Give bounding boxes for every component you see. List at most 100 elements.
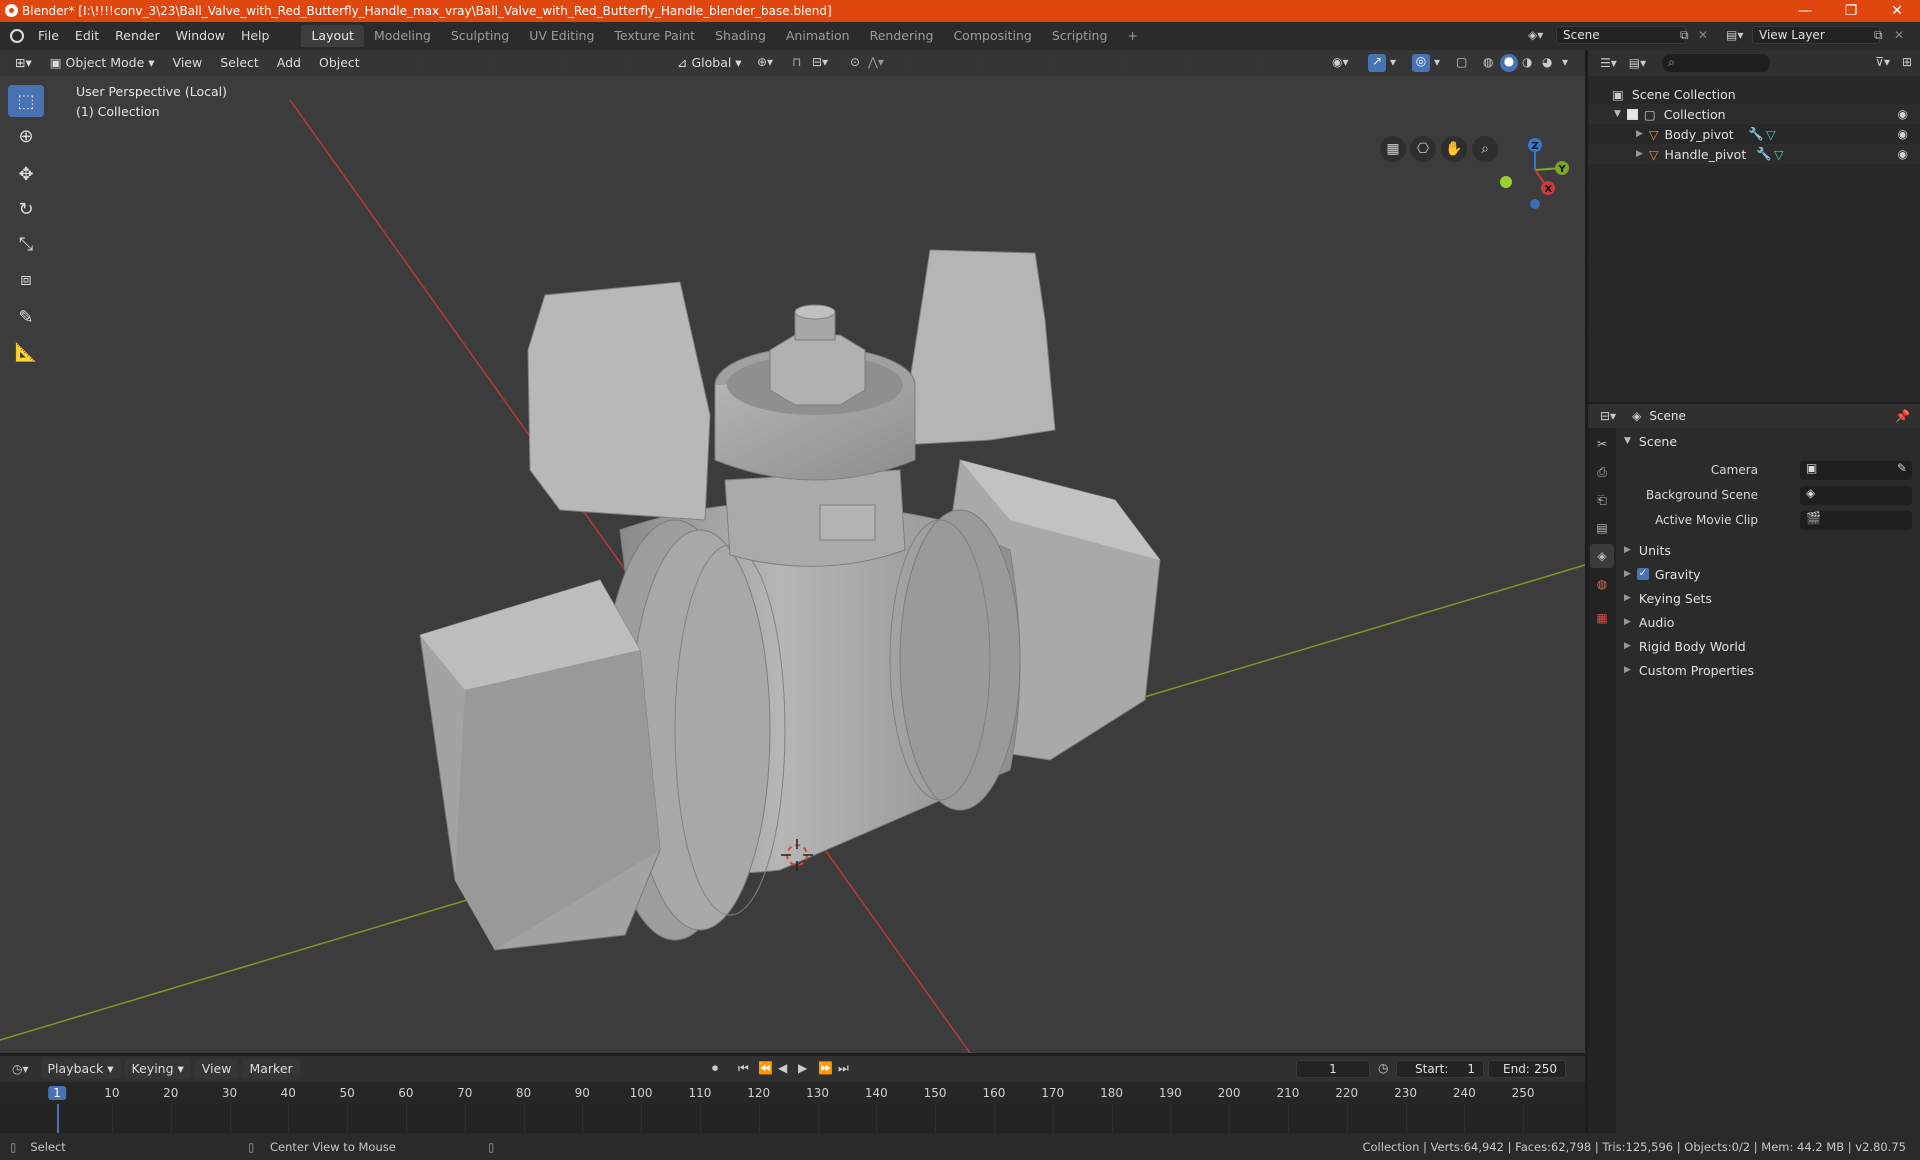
proportional-editing-icon[interactable]: ⊙ xyxy=(850,55,860,69)
timeline-ruler[interactable]: 1 10 20 30 40 50 60 70 80 90 100 110 120 130 140 150 160… xyxy=(0,1082,1585,1104)
rotate-tool-icon[interactable]: ↻ xyxy=(8,193,44,225)
restore-button[interactable]: ❐ xyxy=(1828,0,1874,22)
cursor-tool-icon[interactable]: ⊕ xyxy=(8,120,44,152)
view-layer-field[interactable]: View Layer xyxy=(1752,26,1880,44)
tool-tab-icon[interactable]: ✂ xyxy=(1590,432,1614,456)
keying-sets-panel[interactable]: ▶ Keying Sets xyxy=(1618,587,1920,609)
new-view-layer-icon[interactable]: ⧉ xyxy=(1874,28,1883,43)
xray-icon[interactable]: ▢ xyxy=(1456,55,1467,69)
tab-rendering[interactable]: Rendering xyxy=(860,25,944,47)
timeline-editor-icon[interactable]: ◷▾ xyxy=(12,1062,29,1076)
scale-tool-icon[interactable]: ⤡ xyxy=(8,228,44,260)
display-mode-icon[interactable]: ▤▾ xyxy=(1629,56,1646,70)
zoom-icon[interactable]: ⌕ xyxy=(1472,136,1498,162)
close-button[interactable]: ✕ xyxy=(1874,0,1920,22)
menu-file[interactable]: File xyxy=(30,25,67,47)
scene-panel-header[interactable]: ▼ Scene xyxy=(1618,430,1920,452)
shading-dropdown-icon[interactable]: ▾ xyxy=(1562,55,1568,69)
outliner-search-input[interactable]: ⌕ xyxy=(1662,54,1771,72)
gravity-checkbox[interactable]: ✓ xyxy=(1636,568,1649,580)
active-movie-clip-field[interactable]: 🎬 xyxy=(1800,511,1912,530)
view-layer-tab-icon[interactable]: ▤ xyxy=(1590,516,1614,540)
toggle-camera-icon[interactable]: ▦ xyxy=(1380,136,1406,162)
menu-edit[interactable]: Edit xyxy=(67,25,107,47)
timeline-track-area[interactable] xyxy=(0,1104,1585,1133)
units-panel[interactable]: ▶ Units xyxy=(1618,539,1920,561)
jump-end-icon[interactable]: ⏭ xyxy=(838,1061,849,1076)
measure-tool-icon[interactable]: 📐 xyxy=(8,336,44,368)
camera-field[interactable]: ▣ ✎ xyxy=(1800,461,1912,480)
outliner-row-collection[interactable]: ▼ ▢ Collection ◉ xyxy=(1588,104,1920,124)
tab-layout[interactable]: Layout xyxy=(301,25,364,47)
modifier-icon[interactable]: 🔧 xyxy=(1748,126,1764,142)
visibility-icon[interactable]: ◉▾ xyxy=(1332,55,1349,69)
outliner-row-handle-pivot[interactable]: ▶ ▽ Handle_pivot 🔧 ▽ ◉ xyxy=(1588,144,1920,164)
menu-keying[interactable]: Keying ▾ xyxy=(124,1059,191,1079)
menu-timeline-view[interactable]: View xyxy=(194,1059,239,1079)
eye-icon[interactable]: ◉ xyxy=(1898,107,1908,121)
menu-select[interactable]: Select xyxy=(213,53,266,73)
mesh-data-icon[interactable]: ▽ xyxy=(1766,127,1776,142)
outliner-row-scene-collection[interactable]: ▣ Scene Collection xyxy=(1588,84,1920,104)
blender-menu-icon[interactable] xyxy=(10,29,24,43)
render-tab-icon[interactable]: ⎙ xyxy=(1590,460,1614,484)
tab-sculpting[interactable]: Sculpting xyxy=(441,25,519,47)
outliner-editor-icon[interactable]: ☰▾ xyxy=(1600,56,1617,70)
pivot-point-icon[interactable]: ⊕▾ xyxy=(757,55,773,69)
editor-type-icon[interactable]: ⊞▾ xyxy=(8,53,39,73)
tab-uv-editing[interactable]: UV Editing xyxy=(519,25,604,47)
tab-modeling[interactable]: Modeling xyxy=(364,25,441,47)
modifier-icon[interactable]: 🔧 xyxy=(1756,146,1772,162)
jump-keyframe-forward-icon[interactable]: ⏩ xyxy=(818,1061,833,1075)
delete-scene-icon[interactable]: ✕ xyxy=(1698,28,1708,42)
world-tab-icon[interactable]: ◍ xyxy=(1590,572,1614,596)
transform-tool-icon[interactable]: ⧈ xyxy=(8,263,44,295)
new-scene-icon[interactable]: ⧉ xyxy=(1680,28,1689,43)
gizmo-toggle-icon[interactable]: ↗ xyxy=(1368,54,1386,72)
output-tab-icon[interactable]: ⎗ xyxy=(1590,488,1614,512)
overlays-dropdown-icon[interactable]: ▾ xyxy=(1434,55,1440,69)
jump-start-icon[interactable]: ⏮ xyxy=(738,1061,749,1076)
snap-icon[interactable]: ⊓ xyxy=(792,55,801,69)
record-icon[interactable]: ⏺ xyxy=(712,1061,718,1076)
add-workspace-button[interactable]: + xyxy=(1117,25,1147,47)
current-frame-field[interactable]: 1 xyxy=(1296,1060,1370,1078)
view-layer-icon[interactable]: ▤▾ xyxy=(1726,28,1743,42)
audio-panel[interactable]: ▶ Audio xyxy=(1618,611,1920,633)
expand-arrow-icon[interactable]: ▶ xyxy=(1636,129,1643,139)
menu-object[interactable]: Object xyxy=(311,53,367,73)
menu-add[interactable]: Add xyxy=(269,53,308,73)
wireframe-shading-icon[interactable]: ◍ xyxy=(1483,55,1493,69)
minimize-button[interactable]: — xyxy=(1782,0,1828,22)
scene-name-field[interactable]: Scene xyxy=(1556,26,1686,44)
scene-tab-icon[interactable]: ◈ xyxy=(1590,544,1614,568)
scene-selector-icon[interactable]: ◈▾ xyxy=(1528,28,1543,42)
tab-scripting[interactable]: Scripting xyxy=(1042,25,1118,47)
expand-arrow-icon[interactable]: ▶ xyxy=(1636,149,1643,159)
menu-marker[interactable]: Marker xyxy=(242,1059,300,1079)
eyedropper-icon[interactable]: ✎ xyxy=(1897,461,1907,475)
select-box-tool-icon[interactable]: ⬚ xyxy=(8,85,44,117)
viewport-canvas[interactable]: Z Y X xyxy=(0,50,1585,1053)
pan-hand-icon[interactable]: ✋ xyxy=(1441,136,1467,162)
preview-range-icon[interactable]: ◷ xyxy=(1378,1061,1388,1075)
play-icon[interactable]: ▶ xyxy=(798,1061,807,1075)
outliner-row-body-pivot[interactable]: ▶ ▽ Body_pivot 🔧 ▽ ◉ xyxy=(1588,124,1920,144)
menu-window[interactable]: Window xyxy=(168,25,233,47)
solid-shading-icon[interactable]: ● xyxy=(1500,54,1518,72)
move-tool-icon[interactable]: ✥ xyxy=(8,158,44,190)
gravity-panel[interactable]: ▶ ✓ Gravity xyxy=(1618,563,1920,585)
jump-keyframe-back-icon[interactable]: ⏪ xyxy=(758,1061,773,1075)
pin-icon[interactable]: 📌 xyxy=(1895,409,1910,423)
custom-properties-panel[interactable]: ▶ Custom Properties xyxy=(1618,659,1920,681)
snap-target-icon[interactable]: ⊟▾ xyxy=(812,55,828,69)
3d-viewport[interactable]: Z Y X ⊞▾ ▣ Object Mode ▾ View Select Add… xyxy=(0,50,1585,1053)
annotate-tool-icon[interactable]: ✎ xyxy=(8,301,44,333)
background-scene-field[interactable]: ◈ xyxy=(1800,486,1912,505)
tab-compositing[interactable]: Compositing xyxy=(943,25,1041,47)
tab-animation[interactable]: Animation xyxy=(776,25,860,47)
menu-playback[interactable]: Playback ▾ xyxy=(40,1059,121,1079)
eye-icon[interactable]: ◉ xyxy=(1898,147,1908,161)
gizmo-dropdown-icon[interactable]: ▾ xyxy=(1390,55,1396,69)
menu-help[interactable]: Help xyxy=(233,25,278,47)
